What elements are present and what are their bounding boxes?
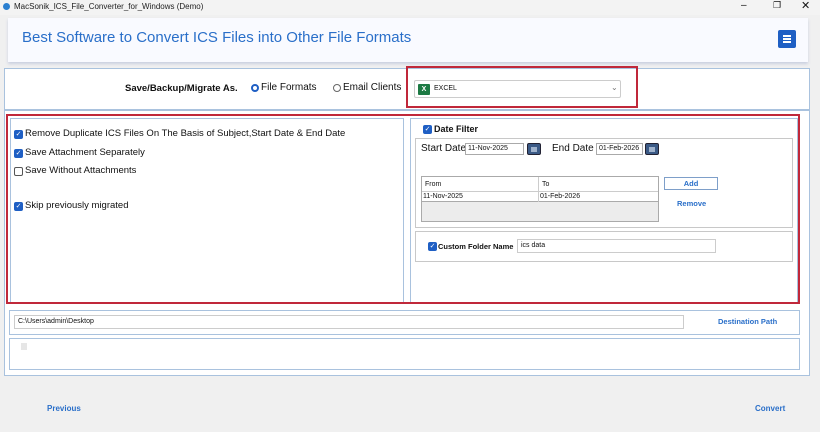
add-button[interactable]: Add (664, 177, 718, 190)
window-title: MacSonik_ICS_File_Converter_for_Windows … (14, 2, 204, 11)
status-panel (9, 338, 800, 370)
destination-path-button[interactable]: Destination Path (718, 317, 777, 326)
radio-email-clients[interactable] (333, 84, 341, 92)
start-date-input[interactable]: 11-Nov-2025 (465, 143, 524, 155)
calendar-icon[interactable] (645, 143, 659, 155)
close-icon[interactable]: ✕ (801, 0, 810, 12)
previous-button[interactable]: Previous (47, 404, 81, 413)
format-value: EXCEL (434, 85, 457, 92)
checkbox-without-attachments[interactable] (14, 167, 23, 176)
format-dropdown[interactable]: X EXCEL ⌄ (414, 80, 621, 98)
excel-icon: X (418, 84, 430, 95)
checkbox-save-attachment[interactable]: ✓ (14, 149, 23, 158)
end-date-input[interactable]: 01-Feb-2026 (596, 143, 643, 155)
chevron-down-icon: ⌄ (611, 83, 618, 92)
column-header-to: To (542, 181, 550, 188)
header-banner: Best Software to Convert ICS Files into … (8, 18, 808, 62)
column-header-from: From (425, 181, 442, 188)
save-as-label: Save/Backup/Migrate As. (125, 83, 238, 94)
maximize-icon[interactable]: ❐ (773, 0, 781, 11)
custom-folder-label: Custom Folder Name (438, 242, 514, 251)
remove-button[interactable]: Remove (677, 199, 706, 208)
checkbox-remove-duplicates[interactable]: ✓ (14, 130, 23, 139)
radio-file-formats[interactable] (251, 84, 259, 92)
checkbox-custom-folder[interactable]: ✓ (428, 242, 437, 251)
checkbox-date-filter[interactable]: ✓ (423, 125, 432, 134)
radio-email-clients-label[interactable]: Email Clients (343, 82, 401, 93)
convert-button[interactable]: Convert (755, 404, 785, 413)
page-title: Best Software to Convert ICS Files into … (22, 29, 412, 46)
option-without-attachments: Save Without Attachments (25, 165, 137, 176)
app-icon (3, 3, 10, 10)
start-date-label: Start Date : (421, 143, 472, 154)
table-cell-to[interactable]: 01-Feb-2026 (540, 193, 580, 200)
title-bar: MacSonik_ICS_File_Converter_for_Windows … (0, 0, 820, 15)
status-indicator (21, 343, 27, 350)
end-date-label: End Date : (552, 143, 600, 154)
date-range-table: From To 11-Nov-2025 01-Feb-2026 (421, 176, 659, 222)
checkbox-skip-migrated[interactable]: ✓ (14, 202, 23, 211)
option-save-attachment: Save Attachment Separately (25, 147, 145, 158)
option-skip-migrated: Skip previously migrated (25, 200, 129, 211)
table-cell-from[interactable]: 11-Nov-2025 (423, 193, 463, 200)
minimize-icon[interactable]: – (741, 0, 747, 11)
date-filter-label: Date Filter (434, 124, 479, 134)
custom-folder-input[interactable]: ics data (517, 239, 716, 253)
destination-path-input[interactable]: C:\Users\admin\Desktop (14, 315, 684, 329)
calendar-icon[interactable] (527, 143, 541, 155)
hamburger-menu-icon[interactable] (778, 30, 796, 48)
option-remove-duplicates: Remove Duplicate ICS Files On The Basis … (25, 128, 346, 139)
radio-file-formats-label[interactable]: File Formats (261, 82, 317, 93)
